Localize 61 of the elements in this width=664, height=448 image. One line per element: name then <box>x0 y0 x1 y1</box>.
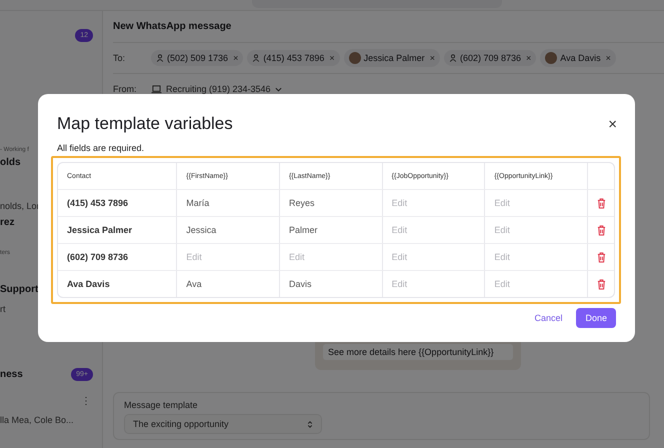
dialog-note: All fields are required. <box>57 143 146 153</box>
variable-field[interactable]: Jessica <box>183 223 270 237</box>
person-icon <box>252 54 260 62</box>
conversation-name: ness <box>0 369 23 380</box>
dialog-title: Map template variables <box>57 114 233 134</box>
variable-field[interactable]: María <box>183 196 270 210</box>
sender-dropdown[interactable]: Recruiting (919) 234-3546 <box>166 84 282 94</box>
recipient-chip[interactable]: (502) 509 1736 × <box>151 50 244 66</box>
variable-field[interactable]: Edit <box>286 250 372 264</box>
remove-icon[interactable]: × <box>329 53 335 63</box>
recipient-chip[interactable]: Ava Davis × <box>540 49 616 67</box>
variable-field[interactable]: Edit <box>183 250 270 264</box>
contact-cell: Ava Davis <box>58 271 178 297</box>
variable-field[interactable]: Edit <box>491 277 578 291</box>
variable-field[interactable]: Palmer <box>286 223 372 237</box>
composer-title: New WhatsApp message <box>113 21 232 32</box>
recipient-chip[interactable]: (415) 453 7896 × <box>247 50 340 66</box>
remove-icon[interactable]: × <box>606 53 611 63</box>
cancel-button[interactable]: Cancel <box>530 309 566 327</box>
conversation-preview: nolds, Lor <box>0 201 40 211</box>
remove-icon[interactable]: × <box>526 53 532 63</box>
recipient-chip[interactable]: Jessica Palmer × <box>344 49 440 67</box>
avatar <box>545 52 558 64</box>
variable-field[interactable]: Ava <box>183 277 270 291</box>
delete-icon[interactable] <box>596 224 606 236</box>
conversation-name: rez <box>0 217 14 228</box>
variable-field[interactable]: Edit <box>388 196 475 210</box>
delete-icon[interactable] <box>596 252 606 262</box>
variable-field[interactable]: Edit <box>388 277 475 291</box>
conversation-preview: rt <box>0 304 6 314</box>
message-text: See more details here {{OpportunityLink}} <box>323 344 513 360</box>
contact-cell: (415) 453 7896 <box>58 190 178 217</box>
conversation-name: olds <box>0 157 21 168</box>
delete-icon[interactable] <box>596 198 606 208</box>
variable-field[interactable]: Edit <box>491 223 578 237</box>
variable-field[interactable]: Davis <box>286 277 372 291</box>
person-icon <box>156 54 164 62</box>
close-button[interactable]: × <box>604 116 621 132</box>
template-select[interactable]: The exciting opportunity <box>124 414 322 434</box>
remove-icon[interactable]: × <box>233 53 238 63</box>
conversation-preview: lla Mea, Cole Bo... <box>0 415 74 425</box>
conversation-name: Support <box>0 284 38 295</box>
up-down-icon <box>307 420 313 428</box>
done-button[interactable]: Done <box>576 308 616 328</box>
variable-field[interactable]: Edit <box>388 250 475 264</box>
contact-cell: (602) 709 8736 <box>58 244 178 271</box>
delete-icon[interactable] <box>596 278 606 290</box>
variable-field[interactable]: Edit <box>491 196 578 210</box>
laptop-icon <box>151 84 162 94</box>
variable-field[interactable]: Reyes <box>286 196 372 210</box>
recipient-chip[interactable]: (602) 709 8736 × <box>444 50 536 66</box>
to-label: To: <box>113 53 126 63</box>
person-icon <box>448 54 457 62</box>
variable-field[interactable]: Edit <box>491 250 578 264</box>
contact-cell: Jessica Palmer <box>58 217 178 244</box>
template-label: Message template <box>124 400 199 410</box>
avatar <box>348 52 361 64</box>
variable-field[interactable]: Edit <box>388 223 475 237</box>
from-label: From: <box>113 84 138 94</box>
remove-icon[interactable]: × <box>430 53 435 63</box>
chevron-down-icon <box>274 86 282 92</box>
